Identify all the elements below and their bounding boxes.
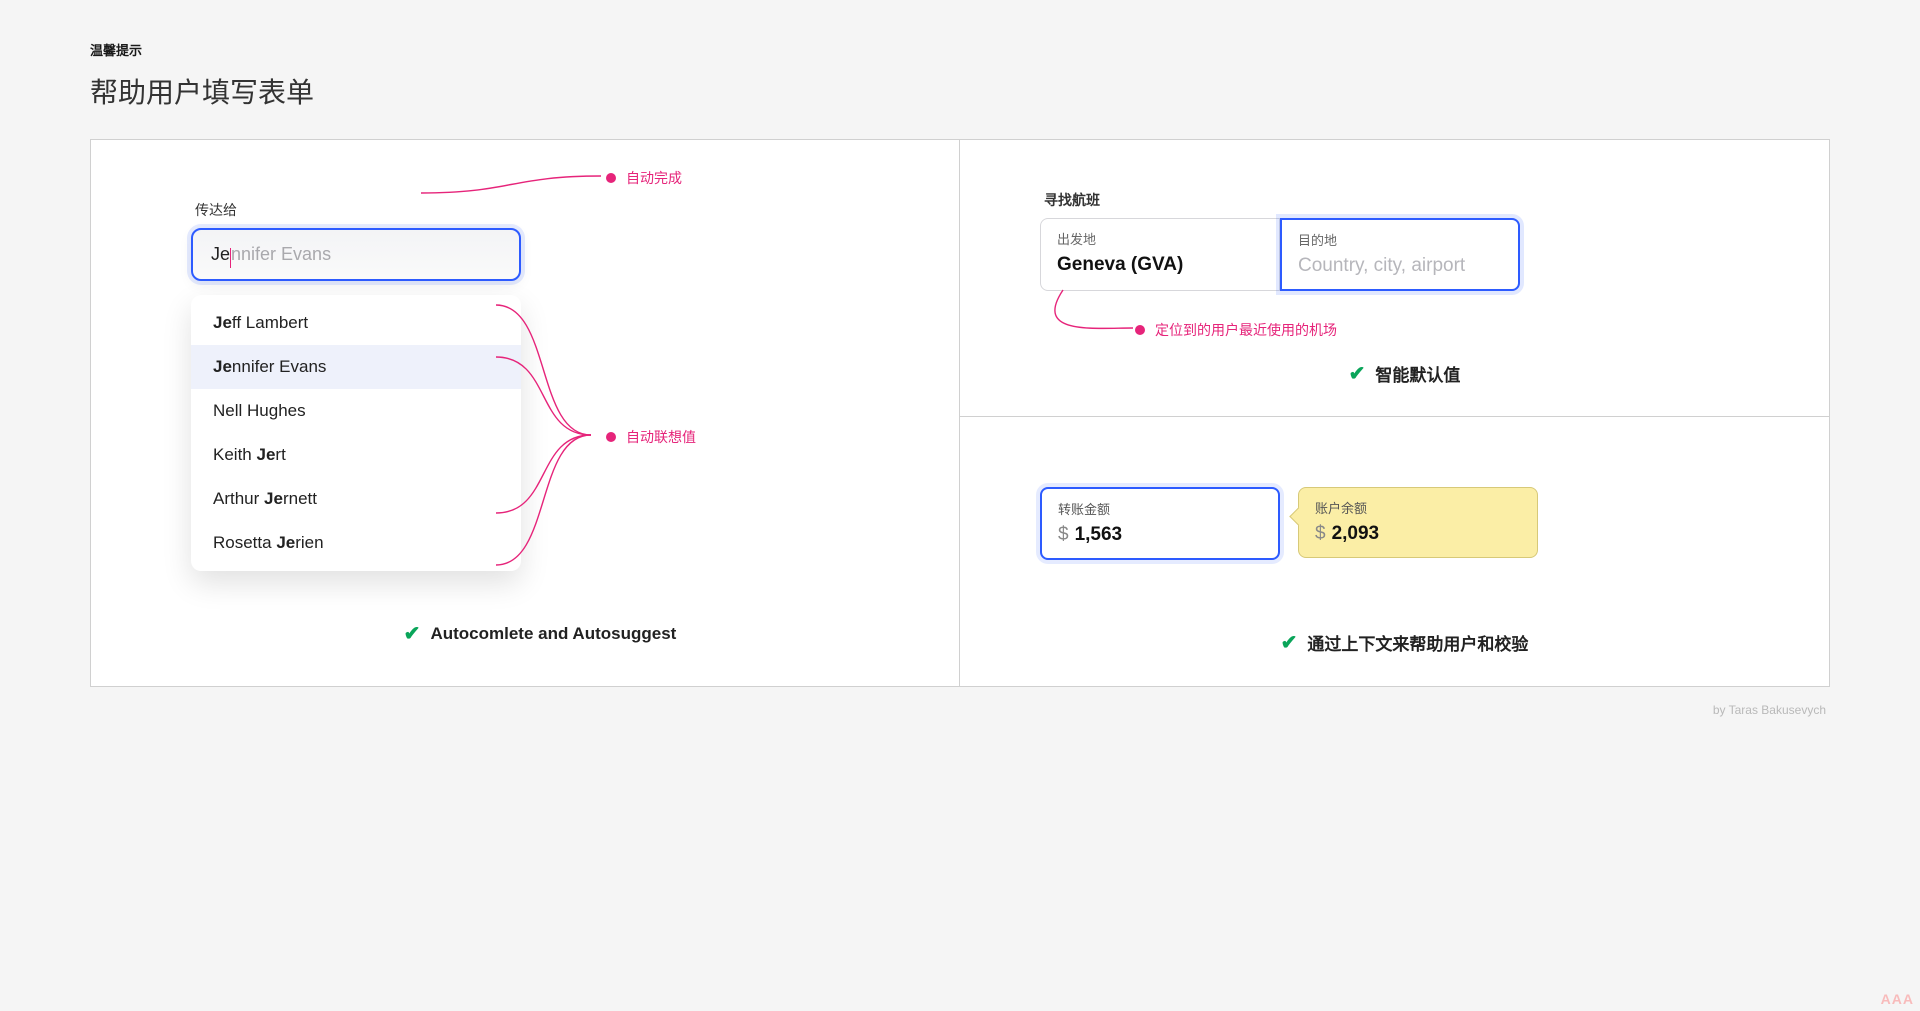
from-value: Geneva (GVA) bbox=[1057, 254, 1263, 276]
suggestion-item[interactable]: Jennifer Evans bbox=[191, 345, 521, 389]
suggestion-item[interactable]: Keith Jert bbox=[191, 433, 521, 477]
balance-label: 账户余额 bbox=[1315, 498, 1521, 517]
callout-dot-icon bbox=[606, 173, 616, 183]
to-label: 目的地 bbox=[1298, 230, 1502, 249]
credit-line: by Taras Bakusevych bbox=[90, 703, 1830, 717]
check-icon: ✔ bbox=[404, 621, 421, 646]
connector-line bbox=[1053, 290, 1143, 340]
example-caption: ✔ Autocomlete and Autosuggest bbox=[191, 621, 889, 646]
currency-symbol: $ bbox=[1058, 524, 1069, 545]
page-title: 帮助用户填写表单 bbox=[90, 71, 1830, 111]
suggestion-list: Jeff LambertJennifer EvansNell HughesKei… bbox=[191, 295, 521, 571]
balance-tooltip: 账户余额 $2,093 bbox=[1298, 487, 1538, 558]
check-icon: ✔ bbox=[1349, 361, 1366, 386]
section-label: 寻找航班 bbox=[1044, 190, 1769, 210]
check-icon: ✔ bbox=[1281, 630, 1298, 655]
callout-autosuggest: 自动联想值 bbox=[606, 427, 696, 447]
amount-value: $1,563 bbox=[1058, 524, 1262, 546]
autocomplete-combo: Jennifer Evans Jeff LambertJennifer Evan… bbox=[191, 228, 521, 571]
flight-fields: 出发地 Geneva (GVA) 目的地 Country, city, airp… bbox=[1040, 218, 1769, 291]
to-placeholder: Country, city, airport bbox=[1298, 255, 1502, 277]
input-typed-text: Je bbox=[211, 244, 230, 265]
example-caption: ✔ 通过上下文来帮助用户和校验 bbox=[1040, 630, 1769, 655]
callout-smart-default: 定位到的用户最近使用的机场 bbox=[1135, 320, 1337, 340]
autocomplete-input[interactable]: Jennifer Evans bbox=[191, 228, 521, 281]
suggestion-item[interactable]: Jeff Lambert bbox=[191, 301, 521, 345]
watermark: AAA bbox=[1881, 991, 1914, 1007]
money-row: 转账金额 $1,563 账户余额 $2,093 bbox=[1040, 487, 1769, 560]
eyebrow: 温馨提示 bbox=[90, 40, 1830, 59]
suggestion-item[interactable]: Rosetta Jerien bbox=[191, 521, 521, 565]
example-contextual-help: 转账金额 $1,563 账户余额 $2,093 ✔ 通过上下文来帮助用户和校验 bbox=[960, 417, 1829, 686]
suggestion-item[interactable]: Arthur Jernett bbox=[191, 477, 521, 521]
to-field[interactable]: 目的地 Country, city, airport bbox=[1280, 218, 1520, 291]
from-field[interactable]: 出发地 Geneva (GVA) bbox=[1040, 218, 1280, 291]
field-label: 传达给 bbox=[195, 200, 889, 220]
callout-dot-icon bbox=[606, 432, 616, 442]
text-cursor bbox=[230, 248, 231, 268]
examples-grid: 传达给 Jennifer Evans Jeff LambertJennifer … bbox=[90, 139, 1830, 687]
example-autocomplete: 传达给 Jennifer Evans Jeff LambertJennifer … bbox=[91, 140, 960, 686]
example-smart-defaults: 寻找航班 出发地 Geneva (GVA) 目的地 Country, city,… bbox=[960, 140, 1829, 417]
from-label: 出发地 bbox=[1057, 229, 1263, 248]
currency-symbol: $ bbox=[1315, 523, 1326, 544]
right-column: 寻找航班 出发地 Geneva (GVA) 目的地 Country, city,… bbox=[960, 140, 1829, 686]
input-ghost-text: nnifer Evans bbox=[231, 244, 331, 265]
amount-label: 转账金额 bbox=[1058, 499, 1262, 518]
balance-value: $2,093 bbox=[1315, 523, 1521, 545]
suggestion-item[interactable]: Nell Hughes bbox=[191, 389, 521, 433]
callout-autocomplete: 自动完成 bbox=[606, 168, 682, 188]
callout-dot-icon bbox=[1135, 325, 1145, 335]
example-caption: ✔ 智能默认值 bbox=[1040, 361, 1769, 386]
transfer-amount-field[interactable]: 转账金额 $1,563 bbox=[1040, 487, 1280, 560]
